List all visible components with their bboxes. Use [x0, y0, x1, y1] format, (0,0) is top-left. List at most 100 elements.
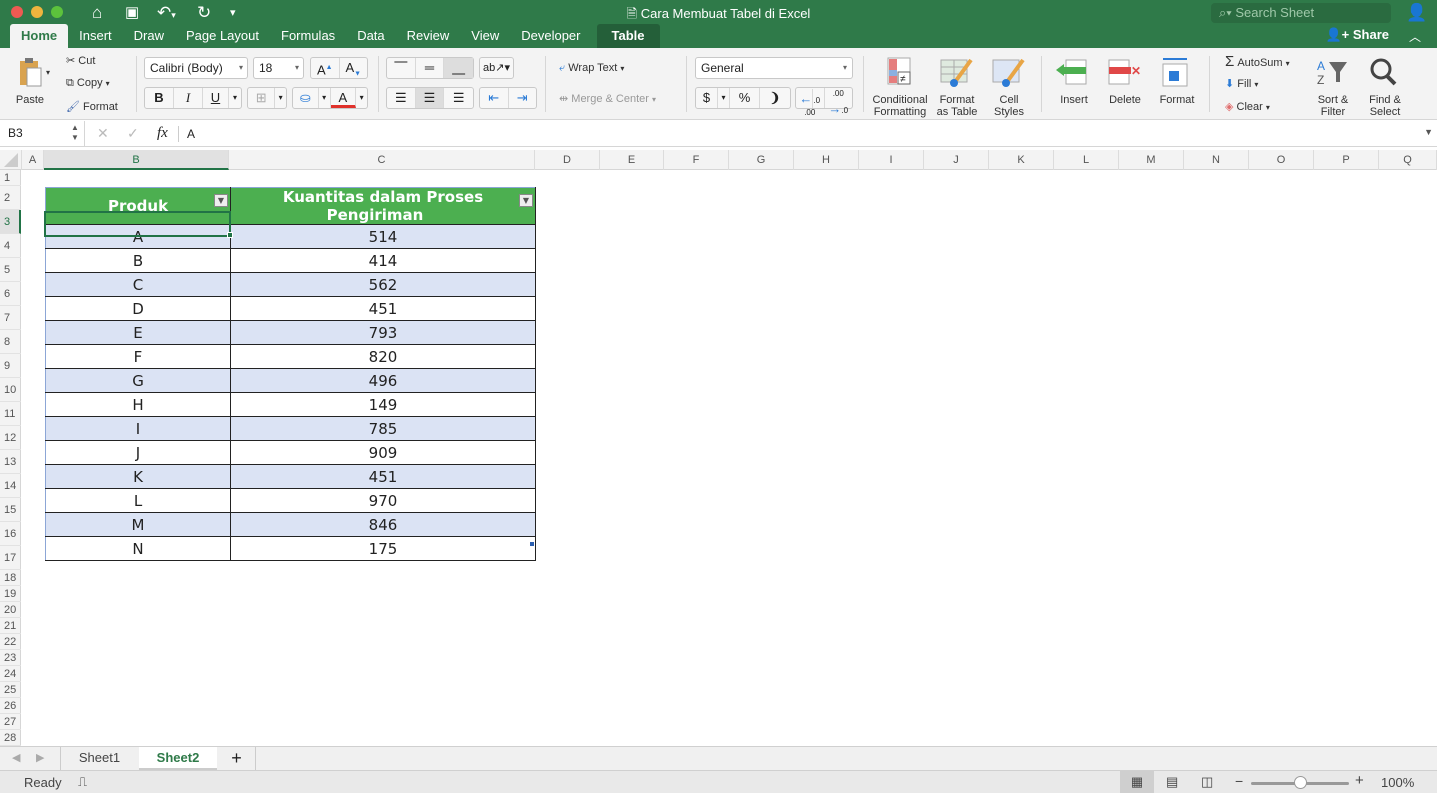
- underline-button[interactable]: U: [203, 88, 229, 108]
- column-header-l[interactable]: L: [1054, 150, 1119, 170]
- column-header-k[interactable]: K: [989, 150, 1054, 170]
- column-header-f[interactable]: F: [664, 150, 729, 170]
- cell-produk[interactable]: J: [45, 440, 231, 465]
- increase-indent-button[interactable]: ⇥: [509, 88, 537, 108]
- row-header-15[interactable]: 15: [0, 498, 21, 522]
- account-icon[interactable]: 👤: [1406, 3, 1427, 23]
- cell-kuantitas[interactable]: 414: [230, 248, 536, 273]
- paste-dropdown-icon[interactable]: ▾: [46, 68, 50, 77]
- cell-produk[interactable]: M: [45, 512, 231, 537]
- zoom-in-button[interactable]: +: [1355, 772, 1364, 789]
- column-header-c[interactable]: C: [229, 150, 535, 170]
- align-center-button[interactable]: ☰: [415, 88, 445, 108]
- decrease-font-size-button[interactable]: A▼: [340, 58, 368, 78]
- column-header-h[interactable]: H: [794, 150, 859, 170]
- increase-decimal-button[interactable]: ←.0.00: [796, 88, 825, 117]
- cell-kuantitas[interactable]: 846: [230, 512, 536, 537]
- align-top-button[interactable]: ⎺: [387, 58, 416, 78]
- name-box-stepper[interactable]: ▲ ▼: [71, 123, 79, 143]
- row-header-11[interactable]: 11: [0, 402, 21, 426]
- find-select-button[interactable]: Find & Select: [1362, 54, 1408, 118]
- align-right-button[interactable]: ☰: [444, 88, 473, 108]
- column-header-j[interactable]: J: [924, 150, 989, 170]
- filter-dropdown-icon[interactable]: ▼: [519, 194, 533, 207]
- cell-produk[interactable]: B: [45, 248, 231, 273]
- row-header-17[interactable]: 17: [0, 546, 21, 570]
- zoom-out-button[interactable]: −: [1235, 773, 1243, 789]
- font-size-select[interactable]: 18 ▾: [253, 57, 304, 79]
- percent-button[interactable]: %: [730, 88, 760, 108]
- cell-produk[interactable]: D: [45, 296, 231, 321]
- row-header-22[interactable]: 22: [0, 634, 21, 650]
- column-header-m[interactable]: M: [1119, 150, 1184, 170]
- insert-function-button[interactable]: fx: [157, 125, 168, 142]
- zoom-slider-thumb[interactable]: [1294, 776, 1307, 789]
- bold-button[interactable]: B: [145, 88, 174, 108]
- clear-button[interactable]: ◈ Clear ▾: [1225, 100, 1270, 113]
- row-header-12[interactable]: 12: [0, 426, 21, 450]
- name-box[interactable]: B3: [8, 126, 23, 140]
- column-header-n[interactable]: N: [1184, 150, 1249, 170]
- autosum-button[interactable]: Σ AutoSum ▾: [1225, 53, 1290, 70]
- cell-produk[interactable]: L: [45, 488, 231, 513]
- cell-kuantitas[interactable]: 496: [230, 368, 536, 393]
- cell-produk[interactable]: G: [45, 368, 231, 393]
- row-header-23[interactable]: 23: [0, 650, 21, 666]
- fill-button[interactable]: ⬇ Fill ▾: [1225, 77, 1258, 90]
- align-left-button[interactable]: ☰: [387, 88, 416, 108]
- cut-button[interactable]: ✂ Cut: [66, 54, 95, 67]
- currency-button[interactable]: $: [696, 88, 718, 108]
- align-bottom-button[interactable]: ⎽: [444, 58, 473, 78]
- row-header-10[interactable]: 10: [0, 378, 21, 402]
- collapse-ribbon-icon[interactable]: ︿: [1409, 27, 1421, 47]
- wrap-text-button[interactable]: ⤶ Wrap Text ▾: [559, 62, 624, 75]
- cell-kuantitas[interactable]: 820: [230, 344, 536, 369]
- tab-formulas[interactable]: Formulas: [270, 24, 346, 48]
- select-all-corner[interactable]: [0, 150, 22, 170]
- column-header-d[interactable]: D: [535, 150, 600, 170]
- cell-produk[interactable]: H: [45, 392, 231, 417]
- cell-kuantitas[interactable]: 909: [230, 440, 536, 465]
- scroll-left-icon[interactable]: ◀: [12, 751, 20, 764]
- align-middle-button[interactable]: ═: [416, 58, 445, 78]
- cell-produk[interactable]: K: [45, 464, 231, 489]
- underline-dropdown-icon[interactable]: ▾: [229, 88, 241, 108]
- merge-center-button[interactable]: ⇹ Merge & Center ▾: [559, 92, 656, 105]
- tab-draw[interactable]: Draw: [123, 24, 175, 48]
- row-header-7[interactable]: 7: [0, 306, 21, 330]
- row-header-21[interactable]: 21: [0, 618, 21, 634]
- row-header-1[interactable]: 1: [0, 170, 21, 186]
- tab-table[interactable]: Table: [596, 24, 660, 48]
- sheet-tab-sheet1[interactable]: Sheet1: [60, 747, 138, 770]
- conditional-formatting-button[interactable]: ≠ Conditional Formatting: [870, 54, 930, 118]
- decrease-decimal-button[interactable]: .00 →.0: [825, 88, 853, 116]
- cell-kuantitas[interactable]: 562: [230, 272, 536, 297]
- row-header-8[interactable]: 8: [0, 330, 21, 354]
- font-color-dropdown-icon[interactable]: ▾: [356, 88, 367, 108]
- expand-formula-bar-icon[interactable]: ▼: [1424, 127, 1433, 137]
- search-sheet-input[interactable]: ⌕▾ Search Sheet: [1211, 3, 1391, 23]
- copy-dropdown-icon[interactable]: ▾: [106, 79, 110, 88]
- row-header-6[interactable]: 6: [0, 282, 21, 306]
- tab-page-layout[interactable]: Page Layout: [175, 24, 270, 48]
- cell-kuantitas[interactable]: 175: [230, 536, 536, 561]
- paste-button[interactable]: Paste: [10, 54, 50, 106]
- column-header-e[interactable]: E: [600, 150, 664, 170]
- column-header-a[interactable]: A: [22, 150, 44, 170]
- currency-dropdown-icon[interactable]: ▾: [718, 88, 730, 108]
- share-button[interactable]: 👤+ Share: [1325, 27, 1389, 43]
- column-header-o[interactable]: O: [1249, 150, 1314, 170]
- row-header-3[interactable]: 3: [0, 210, 21, 234]
- sheet-tab-sheet2[interactable]: Sheet2: [139, 747, 217, 770]
- cell-produk[interactable]: N: [45, 536, 231, 561]
- cell-styles-button[interactable]: Cell Styles: [986, 54, 1032, 118]
- column-header-q[interactable]: Q: [1379, 150, 1437, 170]
- tab-review[interactable]: Review: [396, 24, 461, 48]
- cell-kuantitas[interactable]: 514: [230, 224, 536, 249]
- normal-view-button[interactable]: ▦: [1120, 771, 1154, 793]
- tab-developer[interactable]: Developer: [510, 24, 591, 48]
- column-header-i[interactable]: I: [859, 150, 924, 170]
- filter-dropdown-icon[interactable]: ▼: [214, 194, 228, 207]
- tab-home[interactable]: Home: [10, 24, 69, 48]
- italic-button[interactable]: I: [174, 88, 203, 108]
